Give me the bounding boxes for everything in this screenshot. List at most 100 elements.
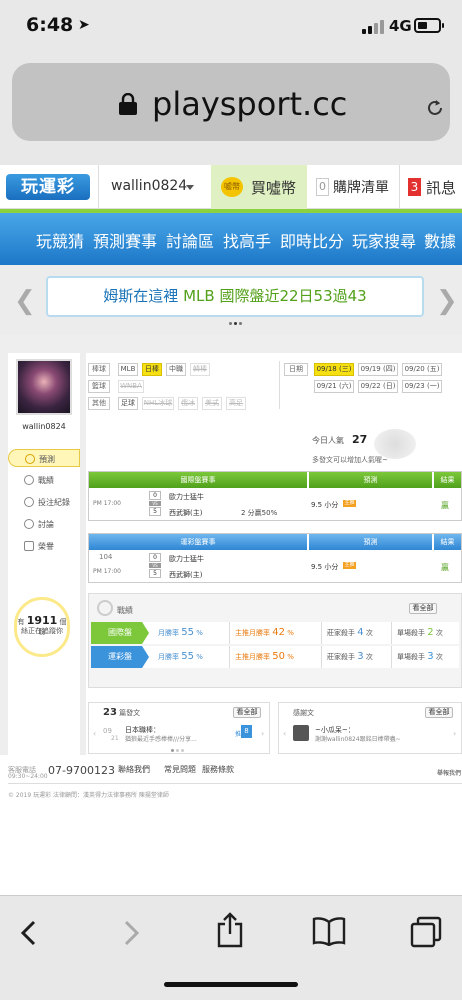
table-header: 結果 <box>433 472 461 488</box>
post-snippet[interactable]: 猶狼最近手感棒棒///分享... <box>125 734 197 743</box>
date-chip[interactable]: 09/21 (六) <box>314 380 354 393</box>
sidebar-item-bet-history[interactable]: 投注紀錄 <box>8 493 80 511</box>
thanks-text[interactable]: 謝謝wallin0824跟銘日棒帶蟲~ <box>315 734 401 743</box>
messages-link[interactable]: 訊息 <box>426 177 456 198</box>
nav-item-livescore[interactable]: 即時比分 <box>280 228 344 252</box>
filter-chip[interactable]: 高足 <box>226 397 246 410</box>
announcement-banner[interactable]: 姆斯在這裡 MLB 國際盤近22日53過43 <box>46 276 424 317</box>
chevron-right-icon[interactable]: ❯ <box>436 286 458 316</box>
divider <box>399 165 400 209</box>
main-pick-tag: 主推 <box>343 500 356 507</box>
sidebar-item-label: 榮譽 <box>38 542 54 551</box>
nav-item-data[interactable]: 數據 <box>424 228 456 252</box>
user-menu[interactable]: wallin0824 <box>111 178 187 194</box>
nav-item-player-search[interactable]: 玩家搜尋 <box>352 228 416 252</box>
record-row-label: 運彩盤 <box>91 646 149 668</box>
chevron-down-icon[interactable] <box>186 185 194 190</box>
filter-chip[interactable]: MLB <box>118 363 138 376</box>
date-chip[interactable]: 09/18 (三) <box>314 363 354 376</box>
chevron-left-icon[interactable]: ‹ <box>93 729 96 738</box>
thanks-see-all-button[interactable]: 看全部 <box>425 707 453 718</box>
reload-icon[interactable] <box>425 98 445 118</box>
record-see-all-button[interactable]: 看全部 <box>409 603 437 614</box>
thanks-box: 感謝文 看全部 ‹ ~小瓜呆~： 謝謝wallin0824跟銘日棒帶蟲~ › <box>278 702 462 754</box>
sidebar-item-record[interactable]: 戰績 <box>8 471 80 489</box>
intl-game-table: 國際盤賽事 預測 結果 PM 17:00 0 VS 5 歐力士猛牛 西武獅(主)… <box>88 471 462 521</box>
buy-coins-button[interactable]: 噓幣 買噓幣 <box>211 165 307 209</box>
clock-icon <box>24 497 34 507</box>
chevron-left-icon[interactable]: ❮ <box>14 286 36 316</box>
footer-link-terms[interactable]: 服務條款 <box>202 764 234 775</box>
address-bar[interactable]: playsport.cc <box>12 63 450 141</box>
date-chip[interactable]: 09/19 (四) <box>358 363 398 376</box>
team-name: 歐力士猛牛 <box>169 555 204 563</box>
vs-label: VS <box>149 563 161 568</box>
team-name: 西武獅(主) <box>169 571 203 579</box>
month-win-rate: 月勝率 55 % <box>158 651 203 662</box>
posts-count: 23 <box>103 707 117 718</box>
divider <box>8 783 462 784</box>
filter-row-other: 其他 足球 NHL冰球 俄冰 美式 高足 <box>88 397 278 411</box>
post-reply-count: 8 <box>241 725 252 738</box>
posts-see-all-button[interactable]: 看全部 <box>233 707 261 718</box>
sidebar-username: wallin0824 <box>22 422 66 431</box>
footer-link-report[interactable]: 舉報我們 <box>437 768 461 777</box>
nav-item-play[interactable]: 玩競猜 <box>36 228 84 252</box>
record-row-intl: 國際盤 月勝率 55 % 主推月勝率 42 % 莊家殺手 4 次 單場殺手 2 … <box>91 622 459 644</box>
main-content: wallin0824 預測 戰績 投注紀錄 討論 榮譽 有 1911 個粉 絲正… <box>0 335 462 758</box>
date-label: 日期 <box>284 363 308 376</box>
footer-link-faq[interactable]: 常見問題 <box>164 764 196 775</box>
footer-link-contact[interactable]: 聯絡我們 <box>118 764 150 775</box>
filter-chip[interactable]: 中職 <box>166 363 186 376</box>
filter-chip[interactable]: 韓棒 <box>190 363 210 376</box>
sidebar-item-discuss[interactable]: 討論 <box>8 515 80 533</box>
bookmarks-icon[interactable] <box>312 916 346 946</box>
table-header: 結果 <box>433 534 461 550</box>
cart-link[interactable]: 購牌清單 <box>333 177 389 197</box>
table-header: 國際盤賽事 <box>89 472 307 488</box>
target-icon <box>97 600 113 616</box>
nav-item-experts[interactable]: 找高手 <box>223 228 271 252</box>
prediction-panel: 棒球 MLB 日棒 中職 韓棒 籃球 WNBA 其他 足球 NHL冰球 俄冰 美… <box>86 353 462 758</box>
follower-count-bubble: 有 1911 個粉 絲正在追蹤你 <box>14 597 70 657</box>
filter-chip[interactable]: 日棒 <box>142 363 162 376</box>
filter-chip[interactable]: NHL冰球 <box>142 397 174 410</box>
popularity-today: 今日人氣 27 <box>312 433 367 446</box>
chevron-right-icon[interactable]: › <box>453 729 456 738</box>
single-killer: 單場殺手 3 次 <box>391 646 459 668</box>
share-icon[interactable] <box>216 912 244 948</box>
main-pick-win-rate: 主推月勝率 50 % <box>229 646 321 668</box>
sidebar-item-predict[interactable]: 預測 <box>8 449 80 467</box>
lock-icon <box>119 93 137 115</box>
date-chip[interactable]: 09/23 (一) <box>402 380 442 393</box>
single-killer: 單場殺手 2 次 <box>391 622 459 644</box>
filter-chip[interactable]: WNBA <box>118 380 144 393</box>
date-chip[interactable]: 09/20 (五) <box>402 363 442 376</box>
vs-label: VS <box>149 501 161 506</box>
table-header: 運彩盤賽事 <box>89 534 307 550</box>
table-header: 預測 <box>308 472 432 488</box>
chevron-right-icon[interactable]: › <box>261 729 264 738</box>
nav-item-predict[interactable]: 預測賽事 <box>93 228 157 252</box>
banner-highlight: MLB 國際盤近22日53過43 <box>178 287 367 305</box>
url-text: playsport.cc <box>152 85 348 123</box>
team-score: 5 <box>149 507 161 516</box>
chevron-left-icon[interactable]: ‹ <box>283 729 286 738</box>
site-logo[interactable]: 玩運彩 <box>6 174 90 200</box>
coin-icon: 噓幣 <box>221 177 243 197</box>
service-hours: 09:30~24:00 <box>8 773 48 780</box>
service-phone[interactable]: 07-9700123 <box>48 764 115 777</box>
user-avatar-icon <box>293 725 309 741</box>
sidebar-item-honor[interactable]: 榮譽 <box>8 537 80 555</box>
filter-chip[interactable]: 足球 <box>118 397 138 410</box>
nav-item-forum[interactable]: 討論區 <box>166 228 214 252</box>
avatar[interactable] <box>16 359 72 415</box>
date-chip[interactable]: 09/22 (日) <box>358 380 398 393</box>
tabs-icon[interactable] <box>410 916 442 948</box>
filter-chip[interactable]: 美式 <box>202 397 222 410</box>
main-pick-win-rate: 主推月勝率 42 % <box>229 622 321 644</box>
forward-icon[interactable] <box>122 920 140 946</box>
back-icon[interactable] <box>20 920 38 946</box>
filter-chip[interactable]: 俄冰 <box>178 397 198 410</box>
sidebar-item-label: 投注紀錄 <box>38 498 70 507</box>
